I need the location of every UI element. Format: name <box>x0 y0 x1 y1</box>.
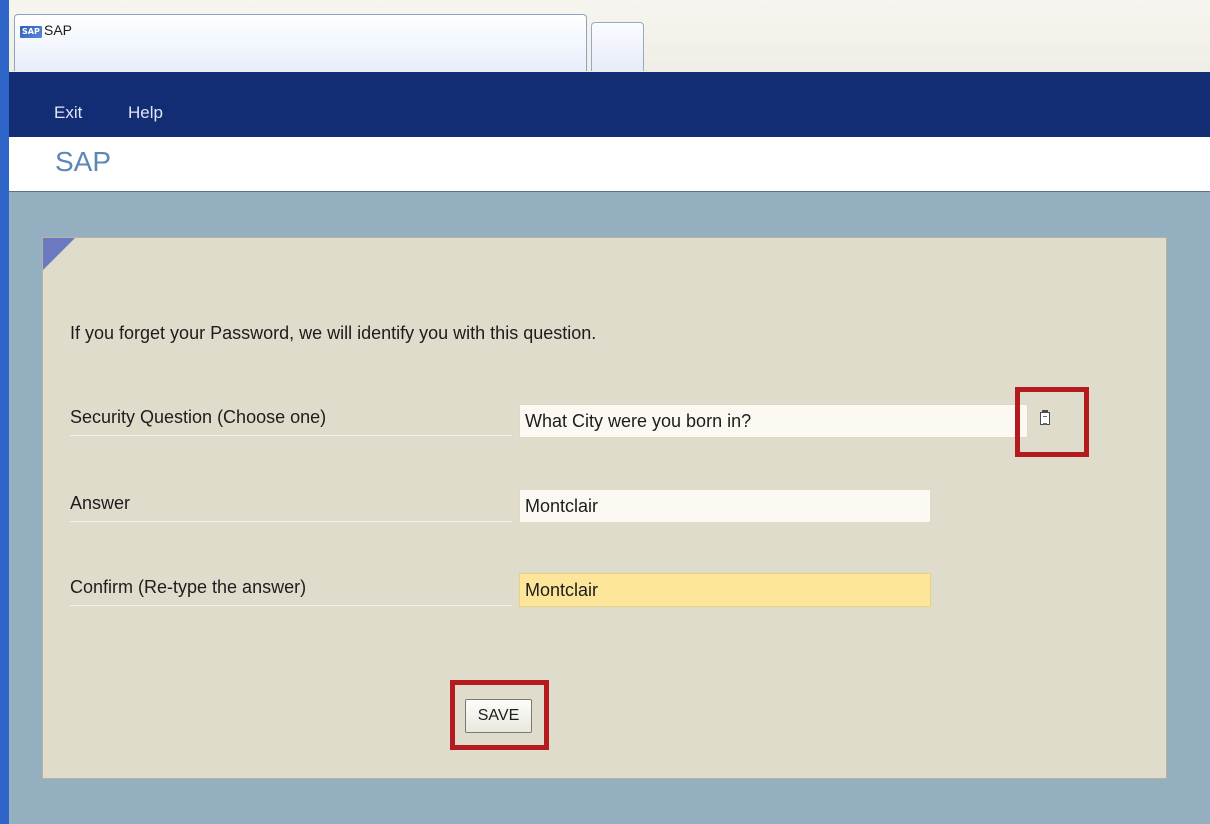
sap-window: SAP SAP Exit Help SAP If you forget your… <box>0 0 1210 824</box>
intro-text: If you forget your Password, we will ide… <box>70 323 597 343</box>
panel-corner-decoration <box>43 238 75 270</box>
tab-sap[interactable] <box>14 14 587 71</box>
sap-logo-icon: SAP <box>20 26 42 38</box>
security-question-label: Security Question (Choose one) <box>70 407 512 436</box>
page-title: SAP <box>55 146 112 177</box>
tab-title: SAP <box>44 22 73 38</box>
menu-exit[interactable]: Exit <box>54 103 82 123</box>
confirm-field[interactable]: Montclair <box>519 573 931 607</box>
sap-logo-text: SAP <box>22 27 40 36</box>
answer-label: Answer <box>70 493 512 522</box>
highlight-box-dropdown <box>1015 387 1089 457</box>
security-question-field[interactable]: What City were you born in? <box>519 404 1028 438</box>
new-tab-button[interactable] <box>591 22 644 71</box>
confirm-label: Confirm (Re-type the answer) <box>70 577 512 606</box>
title-bar <box>9 137 1210 192</box>
window-left-border <box>0 0 9 824</box>
menu-bar <box>9 72 1210 137</box>
menu-help[interactable]: Help <box>128 103 163 123</box>
answer-field[interactable]: Montclair <box>519 489 931 523</box>
highlight-box-save <box>450 680 549 750</box>
